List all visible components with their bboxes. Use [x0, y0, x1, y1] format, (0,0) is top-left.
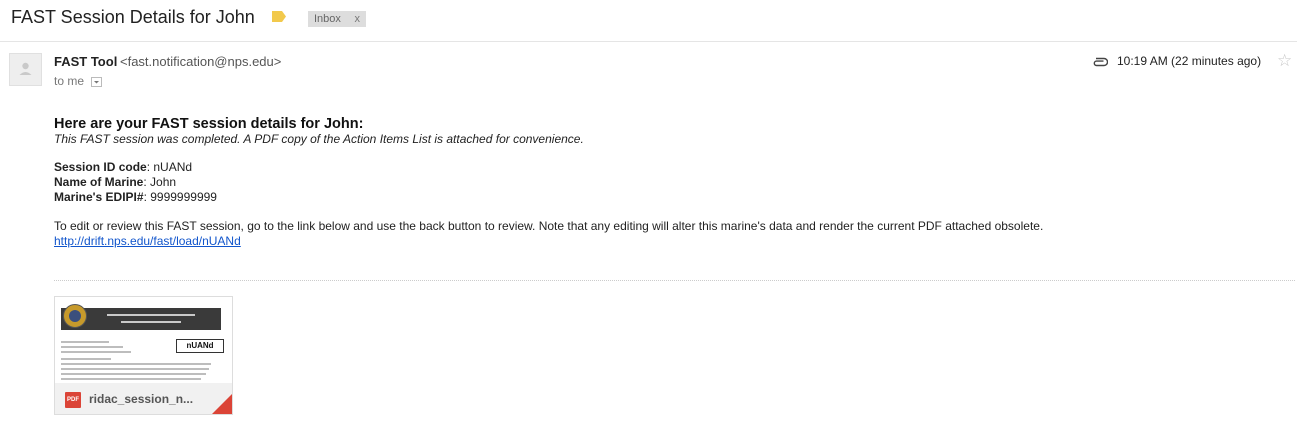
chevron-down-icon[interactable] — [91, 77, 102, 87]
thumbnail-banner-text — [107, 314, 195, 316]
session-id-field: Session ID code: nUANd — [54, 160, 192, 174]
email-timestamp: 10:19 AM (22 minutes ago) — [1117, 54, 1262, 68]
thumbnail-text-line — [61, 351, 131, 353]
field-value: John — [146, 175, 177, 189]
thumbnail-text-line — [61, 368, 209, 370]
attachment-thumbnail: nUANd — [61, 303, 226, 381]
message-heading: Here are your FAST session details for J… — [54, 116, 364, 132]
marine-name-field: Name of Marine: John — [54, 175, 176, 189]
default-avatar-icon — [9, 53, 42, 86]
field-value: nUANd — [150, 160, 193, 174]
attachment-corner — [212, 394, 232, 414]
attachments-divider — [54, 280, 1295, 281]
sender-email: <fast.notification@nps.edu> — [120, 54, 282, 69]
inbox-label-text: Inbox — [314, 13, 341, 25]
pdf-icon: PDF — [65, 392, 81, 408]
thumbnail-text-line — [61, 378, 201, 380]
thumbnail-text-line — [61, 346, 123, 348]
seal-logo-icon — [63, 304, 87, 328]
field-label: Session ID code — [54, 160, 147, 174]
thumbnail-text-line — [61, 363, 211, 365]
thumbnail-text-line — [61, 373, 206, 375]
thumbnail-text-line — [61, 358, 111, 360]
email-subject: FAST Session Details for John — [11, 7, 255, 27]
sender-name[interactable]: FAST Tool — [54, 54, 117, 69]
session-link[interactable]: http://drift.nps.edu/fast/load/nUANd — [54, 234, 241, 248]
header-divider — [0, 41, 1297, 42]
thumbnail-session-code: nUANd — [176, 339, 224, 353]
attachment-footer: PDF ridac_session_n... — [55, 383, 232, 414]
thumbnail-banner-text — [121, 321, 181, 323]
remove-label-button[interactable]: x — [355, 11, 361, 27]
edipi-field: Marine's EDIPI#: 9999999999 — [54, 190, 217, 204]
field-label: Name of Marine — [54, 175, 144, 189]
label-tag-icon[interactable] — [272, 11, 286, 22]
attachment-filename: ridac_session_n... — [89, 392, 194, 406]
field-value: 9999999999 — [146, 190, 217, 204]
message-subline: This FAST session was completed. A PDF c… — [54, 132, 584, 146]
star-outline-icon[interactable]: ☆ — [1277, 52, 1292, 69]
field-label: Marine's EDIPI# — [54, 190, 144, 204]
message-note: To edit or review this FAST session, go … — [54, 219, 1044, 233]
thumbnail-text-line — [61, 341, 109, 343]
recipient-text: to me — [54, 74, 85, 88]
paperclip-icon — [1093, 57, 1108, 67]
inbox-label-chip: Inbox x — [308, 11, 366, 27]
attachment-card[interactable]: nUANd PDF ridac_session_n... — [54, 296, 233, 415]
